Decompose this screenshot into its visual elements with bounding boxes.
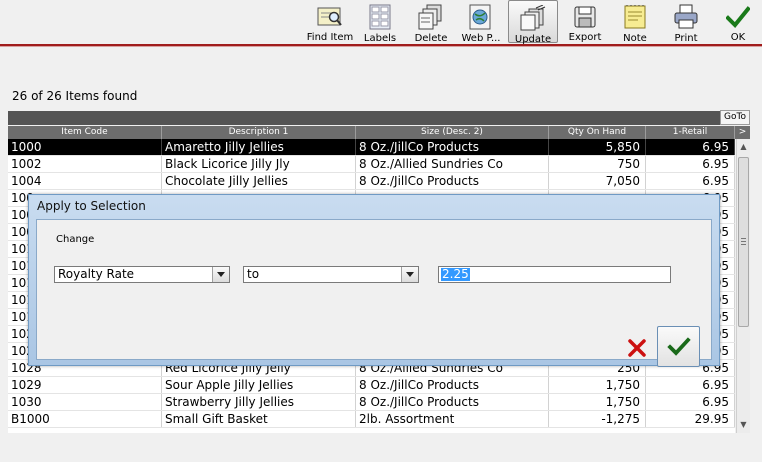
table-row[interactable]: 1029 Sour Apple Jilly Jellies 8 Oz./JillCo… bbox=[8, 377, 735, 394]
ok-toolbar-button[interactable]: OK bbox=[714, 0, 762, 43]
column-header-qty[interactable]: Qty On Hand bbox=[549, 126, 646, 139]
vertical-scrollbar[interactable]: ▲ ▼ bbox=[736, 139, 750, 433]
table-cell-qty: 1,750 bbox=[549, 394, 646, 411]
toolbar-divider-shadow bbox=[0, 46, 762, 47]
table-row[interactable]: 1002 Black Licorice Jilly Jly 8 Oz./Allied… bbox=[8, 156, 735, 173]
row-divider bbox=[8, 427, 735, 428]
table-cell-code: B1000 bbox=[8, 411, 162, 428]
web-publish-button[interactable]: Web P... bbox=[457, 0, 505, 44]
table-cell-size: 8 Oz./JillCo Products bbox=[356, 394, 549, 411]
table-cell-qty: 1,750 bbox=[549, 377, 646, 394]
find-item-icon bbox=[317, 4, 343, 29]
table-cell-code: 1002 bbox=[8, 156, 162, 173]
print-button[interactable]: Print bbox=[662, 0, 710, 44]
table-cell-qty: -1,275 bbox=[549, 411, 646, 428]
table-cell-retail: 6.95 bbox=[646, 156, 735, 173]
table-cell-retail: 6.95 bbox=[646, 377, 735, 394]
table-cell-retail: 6.95 bbox=[646, 394, 735, 411]
grip-line bbox=[741, 238, 746, 239]
table-row[interactable]: 1004 Chocolate Jilly Jellies 8 Oz./JillCo … bbox=[8, 173, 735, 190]
update-button[interactable]: Update bbox=[508, 0, 558, 45]
column-header-size[interactable]: Size (Desc. 2) bbox=[356, 126, 549, 139]
column-header-more[interactable]: > bbox=[735, 126, 750, 139]
web-publish-icon bbox=[468, 4, 494, 30]
export-label: Export bbox=[568, 32, 602, 43]
table-cell-desc: Small Gift Basket bbox=[162, 411, 356, 428]
change-label: Change bbox=[56, 234, 95, 245]
table-cell-desc: Sour Apple Jilly Jellies bbox=[162, 377, 356, 394]
column-header-retail[interactable]: 1-Retail bbox=[646, 126, 735, 139]
labels-label: Labels bbox=[363, 33, 397, 44]
scrollbar-thumb[interactable] bbox=[738, 157, 749, 327]
ok-checkmark-icon bbox=[666, 336, 691, 356]
table-cell-qty: 7,050 bbox=[549, 173, 646, 190]
table-cell-qty: 750 bbox=[549, 156, 646, 173]
export-icon bbox=[572, 4, 598, 29]
grid-header: Item Code Description 1 Size (Desc. 2) Q… bbox=[8, 126, 750, 139]
find-item-label: Find Item bbox=[306, 32, 354, 43]
new-value-text: 2.25 bbox=[441, 267, 470, 281]
chevron-down-icon[interactable] bbox=[401, 267, 418, 282]
operator-select[interactable]: to bbox=[243, 266, 419, 283]
column-header-item-code[interactable]: Item Code bbox=[8, 126, 162, 139]
grip-line bbox=[741, 241, 746, 242]
table-cell-retail: 29.95 bbox=[646, 411, 735, 428]
items-found-count: 26 of 26 Items found bbox=[12, 89, 138, 103]
dialog-body: Change Royalty Rate to 2.25 bbox=[36, 219, 712, 367]
table-cell-qty: 5,850 bbox=[549, 139, 646, 156]
note-button[interactable]: Note bbox=[611, 0, 659, 44]
grip-line bbox=[741, 244, 746, 245]
print-label: Print bbox=[674, 33, 698, 44]
table-cell-size: 8 Oz./JillCo Products bbox=[356, 377, 549, 394]
table-cell-size: 2lb. Assortment bbox=[356, 411, 549, 428]
find-item-button[interactable]: Find Item bbox=[306, 0, 354, 43]
new-value-input[interactable]: 2.25 bbox=[438, 266, 671, 283]
export-button[interactable]: Export bbox=[561, 0, 609, 43]
table-row[interactable]: 1030 Strawberry Jilly Jellies 8 Oz./JillCo… bbox=[8, 394, 735, 411]
scroll-down-arrow-icon[interactable]: ▼ bbox=[737, 419, 750, 431]
table-cell-code: 1030 bbox=[8, 394, 162, 411]
delete-icon bbox=[418, 4, 444, 30]
table-cell-code: 1029 bbox=[8, 377, 162, 394]
toolbar: Find Item Labels Delete Web P... Update … bbox=[0, 0, 762, 45]
table-cell-code: 1004 bbox=[8, 173, 162, 190]
print-icon bbox=[673, 4, 699, 30]
note-label: Note bbox=[623, 33, 647, 44]
update-icon bbox=[520, 5, 546, 31]
apply-to-selection-dialog: Apply to Selection Change Royalty Rate t… bbox=[28, 194, 720, 367]
table-cell-desc: Strawberry Jilly Jellies bbox=[162, 394, 356, 411]
cancel-x-icon bbox=[628, 339, 646, 357]
goto-bar bbox=[8, 111, 720, 125]
field-select[interactable]: Royalty Rate bbox=[54, 266, 230, 283]
table-cell-size: 8 Oz./JillCo Products bbox=[356, 139, 549, 156]
table-cell-code: 1000 bbox=[8, 139, 162, 156]
labels-button[interactable]: Labels bbox=[356, 0, 404, 44]
table-cell-size: 8 Oz./Allied Sundries Co bbox=[356, 156, 549, 173]
goto-button[interactable]: GoTo bbox=[720, 110, 750, 125]
dialog-title: Apply to Selection bbox=[37, 199, 146, 213]
scroll-up-arrow-icon[interactable]: ▲ bbox=[737, 141, 750, 153]
table-cell-retail: 6.95 bbox=[646, 173, 735, 190]
column-header-description[interactable]: Description 1 bbox=[162, 126, 356, 139]
table-cell-desc: Chocolate Jilly Jellies bbox=[162, 173, 356, 190]
table-cell-desc: Black Licorice Jilly Jly bbox=[162, 156, 356, 173]
apply-ok-button[interactable] bbox=[657, 326, 700, 367]
table-cell-size: 8 Oz./JillCo Products bbox=[356, 173, 549, 190]
table-cell-retail: 6.95 bbox=[646, 139, 735, 156]
note-icon bbox=[622, 4, 648, 30]
table-row[interactable]: B1000 Small Gift Basket 2lb. Assortment -1,… bbox=[8, 411, 735, 428]
ok-checkmark-icon bbox=[725, 4, 751, 29]
web-publish-label: Web P... bbox=[461, 33, 501, 44]
table-cell-desc: Amaretto Jilly Jellies bbox=[162, 139, 356, 156]
field-select-value: Royalty Rate bbox=[58, 267, 135, 281]
delete-label: Delete bbox=[414, 33, 448, 44]
labels-icon bbox=[367, 4, 393, 30]
delete-button[interactable]: Delete bbox=[407, 0, 455, 44]
cancel-button[interactable] bbox=[627, 338, 647, 358]
table-row[interactable]: 1000 Amaretto Jilly Jellies 8 Oz./JillCo P… bbox=[8, 139, 735, 156]
operator-select-value: to bbox=[247, 267, 260, 281]
ok-label: OK bbox=[730, 32, 746, 43]
chevron-down-icon[interactable] bbox=[212, 267, 229, 282]
